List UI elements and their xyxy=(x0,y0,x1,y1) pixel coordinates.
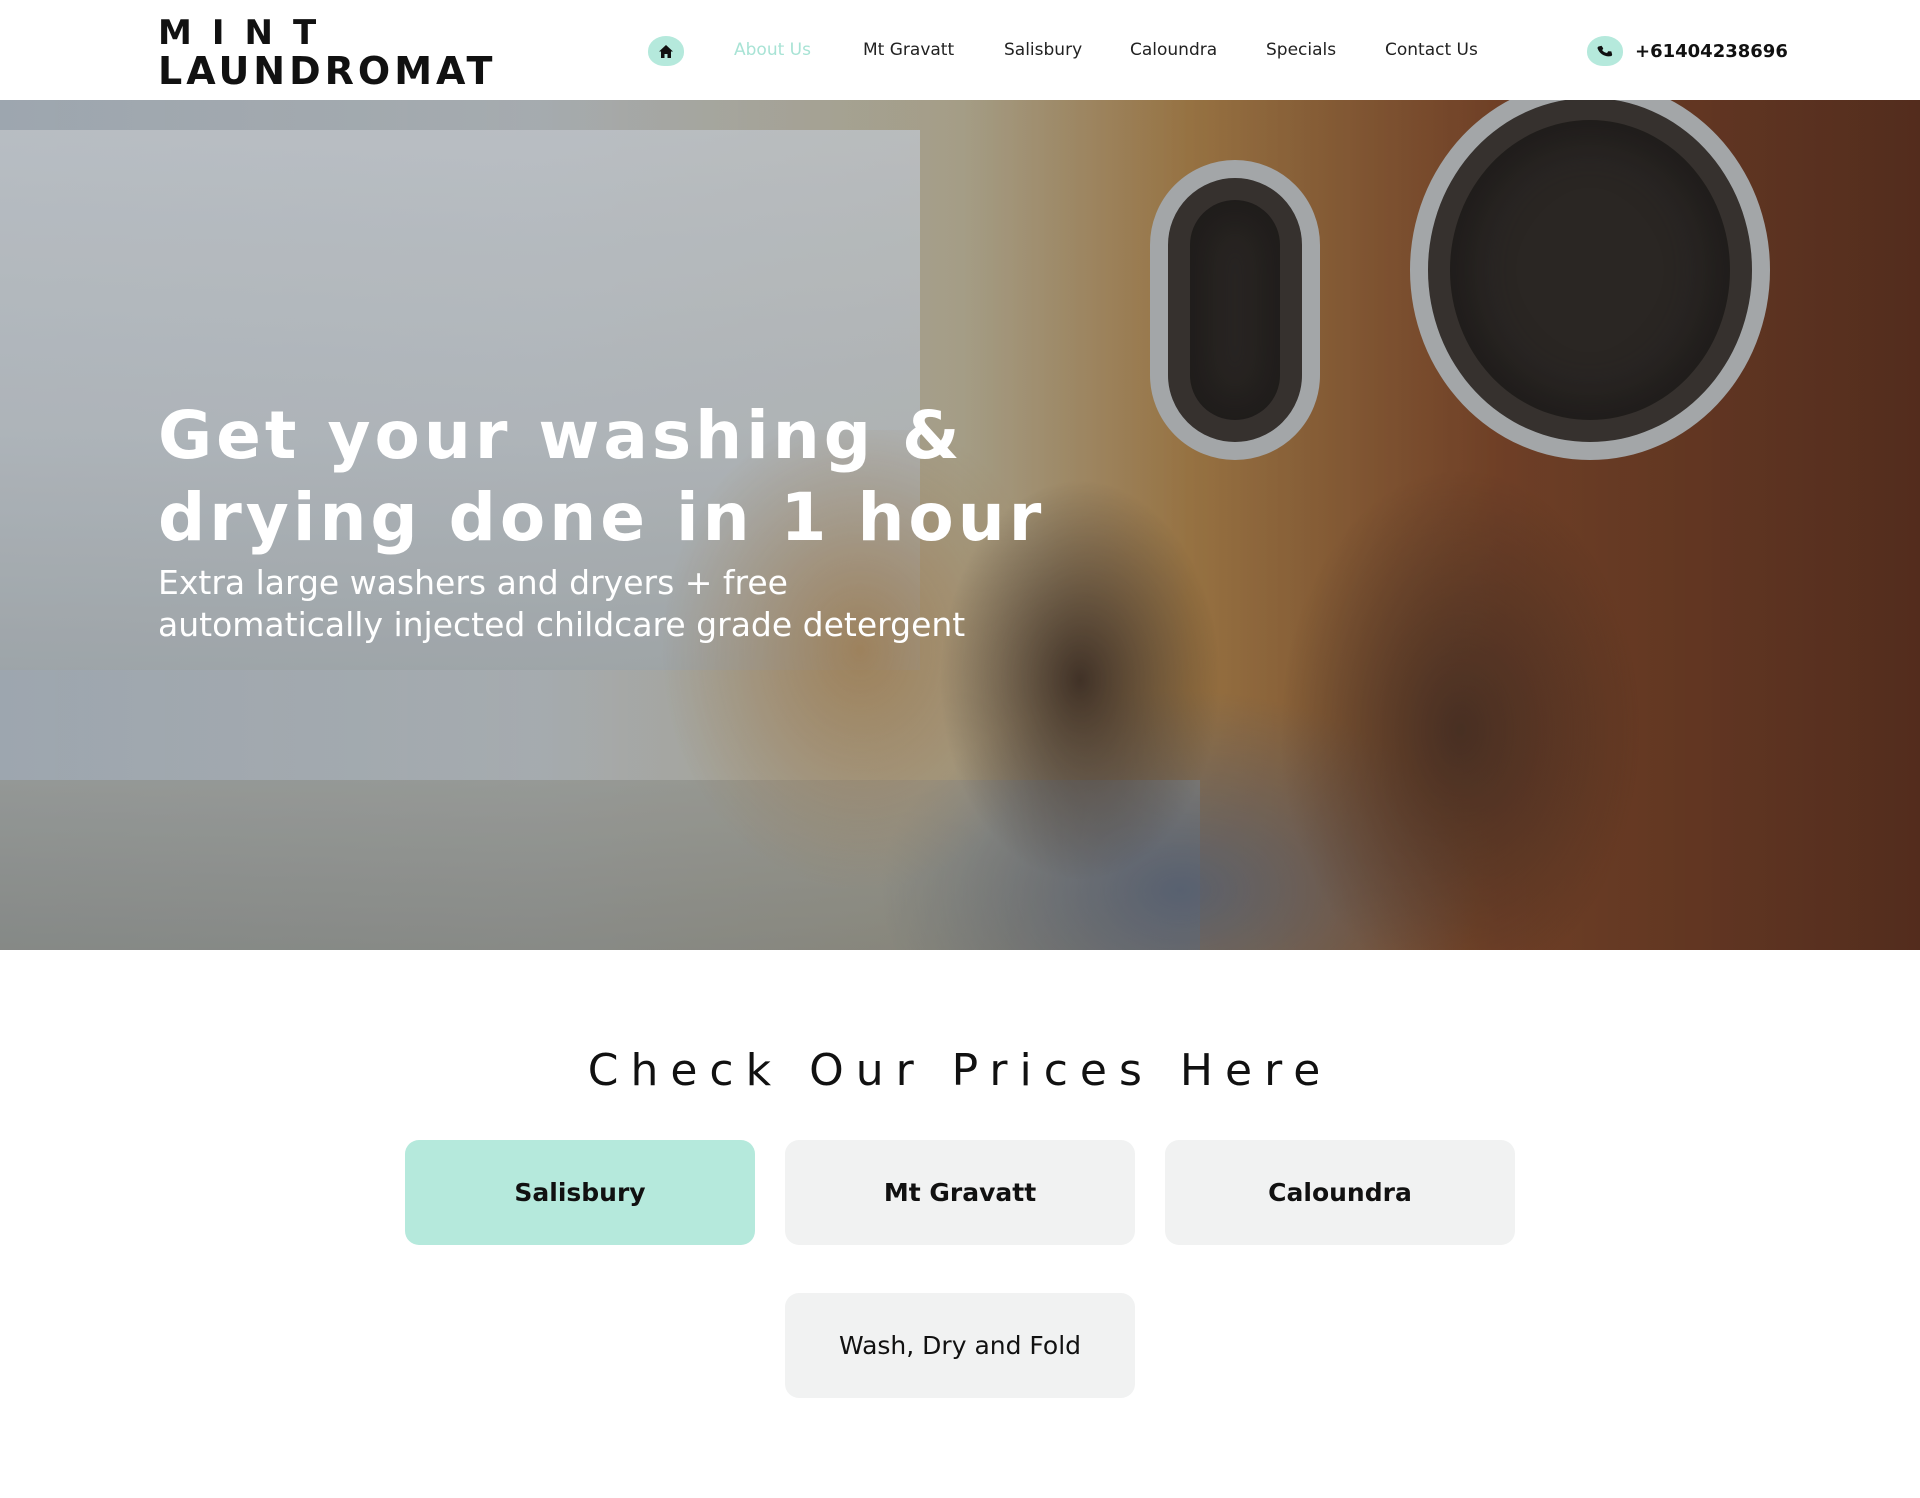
nav-item-specials[interactable]: Specials xyxy=(1266,40,1336,60)
price-button-salisbury[interactable]: Salisbury xyxy=(405,1140,755,1245)
prices-title: Check Our Prices Here xyxy=(587,1045,1333,1096)
nav-item-caloundra[interactable]: Caloundra xyxy=(1130,40,1217,60)
price-button-label: Wash, Dry and Fold xyxy=(838,1331,1082,1360)
price-button-label: Mt Gravatt xyxy=(883,1178,1037,1207)
nav-item-mt-gravatt[interactable]: Mt Gravatt xyxy=(863,40,954,60)
phone-link[interactable]: +61404238696 xyxy=(1587,36,1788,66)
nav-item-contact-us[interactable]: Contact Us xyxy=(1385,40,1478,60)
price-button-label: Salisbury xyxy=(514,1178,646,1207)
hero-title: Get your washing & drying done in 1 hour xyxy=(158,397,1046,556)
phone-icon-badge xyxy=(1587,36,1623,66)
hero-subtitle: Extra large washers and dryers + free au… xyxy=(158,563,966,644)
home-icon xyxy=(659,44,673,58)
main-nav: About Us Mt Gravatt Salisbury Caloundra … xyxy=(0,0,1920,100)
nav-home-button[interactable] xyxy=(648,36,684,66)
nav-item-about-us[interactable]: About Us xyxy=(734,40,811,60)
nav-item-salisbury[interactable]: Salisbury xyxy=(1004,40,1082,60)
price-button-caloundra[interactable]: Caloundra xyxy=(1165,1140,1515,1245)
phone-number[interactable]: +61404238696 xyxy=(1635,41,1788,62)
site-header: MINT LAUNDROMAT About Us Mt Gravatt Sali… xyxy=(0,0,1920,100)
price-button-wash-dry-fold[interactable]: Wash, Dry and Fold xyxy=(785,1293,1135,1398)
hero-banner: Get your washing & drying done in 1 hour… xyxy=(0,100,1920,950)
price-button-mt-gravatt[interactable]: Mt Gravatt xyxy=(785,1140,1135,1245)
price-button-label: Caloundra xyxy=(1268,1178,1412,1207)
phone-icon xyxy=(1597,45,1613,57)
